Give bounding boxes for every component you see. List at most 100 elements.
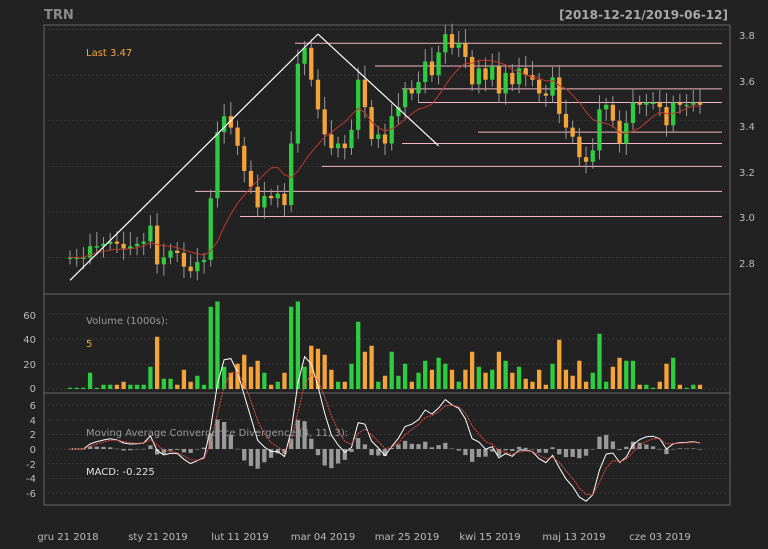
date-tick: mar 25 2019 [375,532,440,543]
volume-bar [436,357,441,389]
volume-bar [81,387,86,389]
macd-histogram-bar [530,449,535,450]
volume-bar [108,384,113,389]
volume-tick: 60 [23,311,36,322]
volume-bar [523,378,528,389]
macd-histogram-bar [101,446,106,449]
volume-bar [222,366,227,389]
volume-bar [443,363,448,389]
candle-body [201,259,207,263]
volume-bar [349,363,354,389]
macd-histogram-bar [677,448,683,449]
macd-tick: 0 [30,445,36,456]
macd-histogram-bar [483,449,488,457]
macd-histogram-bar [456,449,461,451]
macd-histogram-bar [423,441,428,449]
macd-title: Moving Average Convergence Divergence (4… [86,428,348,439]
candle-body [362,79,368,108]
volume-bar [563,369,569,389]
macd-histogram-bar [248,449,254,466]
volume-bar [87,372,93,389]
volume-bar [134,384,140,389]
candle-body [309,47,314,80]
volume-bar [483,372,488,389]
volume-bar [195,375,200,389]
macd-histogram-bar [537,449,542,453]
macd-histogram-bar [309,438,314,449]
candle-body [235,127,240,146]
volume-bar [570,375,575,389]
candle-body [476,68,481,85]
macd-histogram-bar [550,447,555,449]
macd-histogram-bar [128,449,133,451]
macd-histogram-bar [262,449,267,463]
stock-chart: TRN [2018-12-21/2019-06-12] Last 3.47 Vo… [0,0,768,549]
macd-histogram-bar [369,449,374,456]
volume-value: 5 [86,339,92,350]
volume-bar [496,351,502,389]
candle-body [557,77,562,114]
macd-histogram-bar [644,444,649,449]
candle-body [242,145,247,171]
macd-histogram-bar [134,449,140,450]
macd-histogram-bar [349,449,354,453]
volume-tick: 20 [23,360,36,371]
macd-tick: -4 [26,474,36,485]
macd-histogram-bar [108,447,113,449]
date-tick: gru 21 2018 [37,532,98,543]
candle-body [456,43,461,48]
macd-histogram-bar [396,444,401,449]
macd-histogram-bar [175,449,180,450]
candle-body [282,193,287,206]
volume-bar [322,354,327,389]
volume-bar [154,336,160,389]
date-tick: kwi 15 2019 [459,532,520,543]
candle-body [697,102,703,105]
candle-body [255,186,260,208]
volume-bar [329,369,334,389]
volume-bar [94,387,99,389]
candle-body [349,129,354,149]
last-price-label: Last 3.47 [86,48,132,59]
volume-bar [617,357,622,389]
volume-bar [697,384,703,389]
volume-bar [369,345,374,389]
volume-bar [637,384,642,389]
macd-histogram-bar [557,449,562,455]
volume-bar [456,381,461,389]
candle-body [463,43,468,57]
candle-body [429,61,435,76]
candle-body [222,116,227,133]
candle-body [516,68,522,85]
candle-body [597,109,602,151]
candle-body [610,104,616,121]
volume-bar [449,369,455,389]
price-tick: 3.0 [739,213,755,224]
macd-histogram-bar [181,449,187,453]
macd-histogram-bar [329,449,334,469]
volume-bar [121,381,126,389]
macd-histogram-bar [664,449,669,455]
date-tick: lut 11 2019 [211,532,269,543]
volume-bar [543,384,548,389]
macd-tick: 6 [30,401,36,412]
macd-histogram-bar [409,443,414,449]
candle-body [161,257,166,265]
macd-histogram-bar [242,449,247,461]
candle-body [496,66,502,94]
macd-histogram-bar [671,448,676,450]
macd-histogram-bar [604,434,609,449]
price-tick: 3.8 [739,31,755,42]
volume-bar [537,369,542,389]
macd-histogram-bar [463,449,468,456]
volume-label: Volume (1000s): [86,316,168,327]
volume-bar [557,339,562,389]
price-tick: 3.2 [739,168,755,179]
candle-body [443,34,448,53]
macd-histogram-bar [195,449,200,450]
candle-body [376,134,381,139]
date-tick: cze 03 2019 [629,532,690,543]
candle-body [335,143,341,149]
candle-body [691,102,696,105]
date-range: [2018-12-21/2019-06-12] [559,8,728,22]
